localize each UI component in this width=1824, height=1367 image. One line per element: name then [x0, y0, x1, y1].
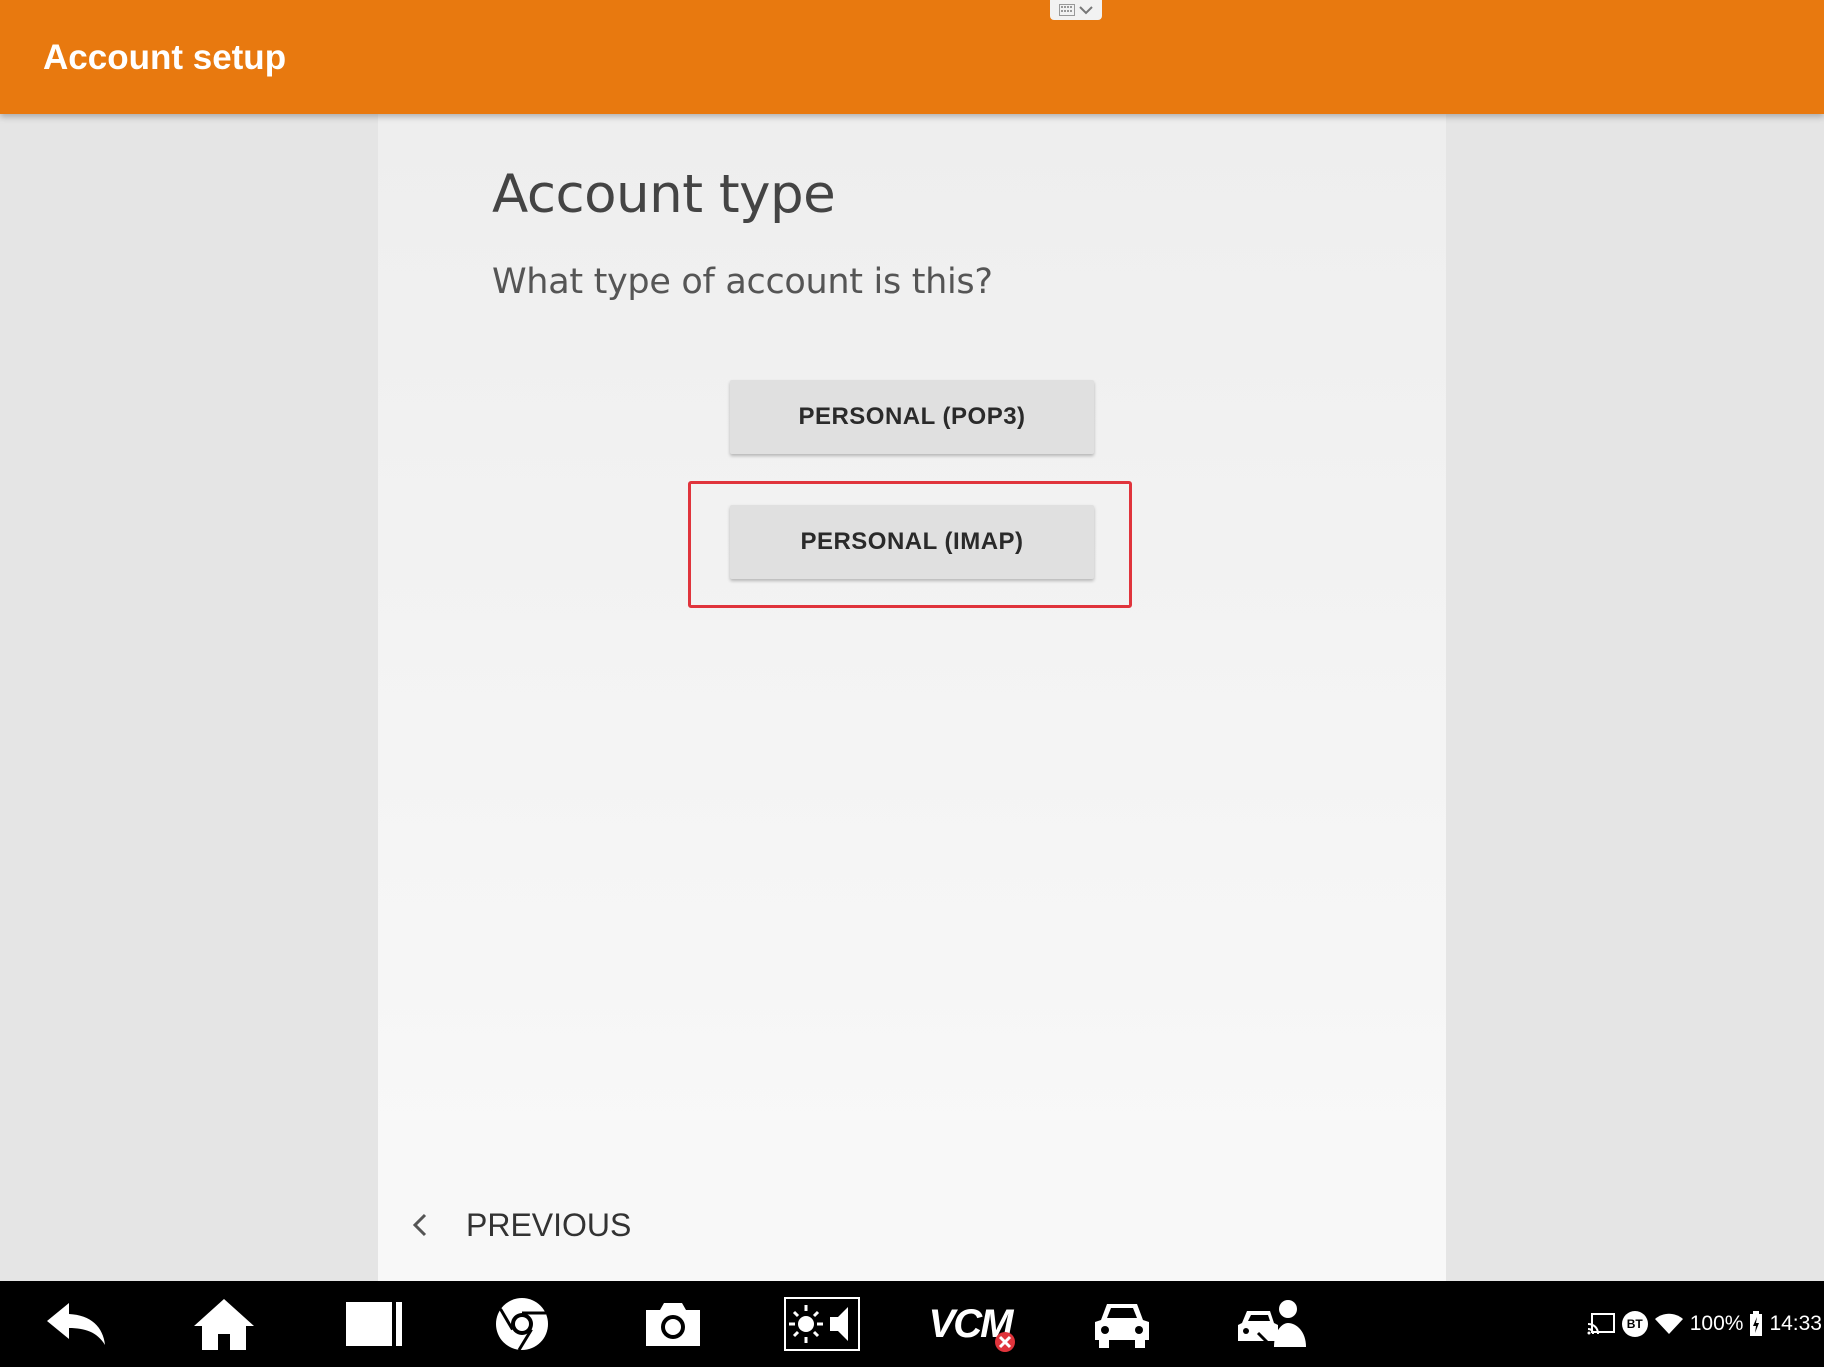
keyboard-icon: [1059, 4, 1075, 16]
personal-pop3-button[interactable]: PERSONAL (POP3): [730, 380, 1094, 454]
brightness-volume-button[interactable]: [784, 1293, 860, 1355]
bluetooth-icon: BT: [1621, 1311, 1648, 1337]
cast-icon: [1587, 1313, 1615, 1335]
system-nav-bar: VCM: [0, 1281, 1824, 1367]
chevron-down-icon: [1079, 6, 1093, 15]
brightness-volume-icon: [784, 1297, 860, 1351]
side-margin-left: [0, 114, 378, 1281]
chrome-button[interactable]: [484, 1293, 560, 1355]
previous-button[interactable]: PREVIOUS: [412, 1200, 631, 1250]
app-bar: Account setup: [0, 0, 1824, 114]
camera-icon: [646, 1303, 700, 1346]
wifi-icon: [1654, 1313, 1683, 1334]
recent-apps-button[interactable]: [336, 1293, 412, 1355]
keyboard-indicator[interactable]: [1050, 0, 1102, 20]
chrome-icon: [496, 1298, 548, 1351]
clock: 14:33: [1769, 1312, 1822, 1335]
vcm-button[interactable]: VCM: [924, 1293, 1016, 1355]
app-bar-title: Account setup: [43, 38, 287, 77]
car-service-icon: [1238, 1300, 1306, 1347]
battery-percent: 100%: [1689, 1312, 1744, 1335]
recent-apps-icon: [346, 1302, 402, 1346]
home-icon: [194, 1299, 254, 1350]
remote-service-button[interactable]: [1234, 1293, 1310, 1355]
back-button[interactable]: [38, 1293, 114, 1355]
chevron-left-icon: [412, 1213, 427, 1237]
status-bar: BT 100% 14:33: [1586, 1281, 1824, 1367]
personal-imap-button[interactable]: PERSONAL (IMAP): [730, 505, 1094, 579]
car-icon: [1095, 1304, 1149, 1348]
vehicle-diagnosis-button[interactable]: [1084, 1293, 1160, 1355]
previous-label: PREVIOUS: [466, 1206, 632, 1243]
camera-button[interactable]: [635, 1293, 711, 1355]
vcm-error-icon: [995, 1332, 1015, 1352]
page-heading: Account type: [492, 164, 836, 225]
home-button[interactable]: [186, 1293, 262, 1355]
back-icon: [47, 1303, 105, 1345]
page-subheading: What type of account is this?: [492, 262, 993, 302]
side-margin-right: [1446, 114, 1824, 1281]
battery-charging-icon: [1750, 1311, 1763, 1336]
